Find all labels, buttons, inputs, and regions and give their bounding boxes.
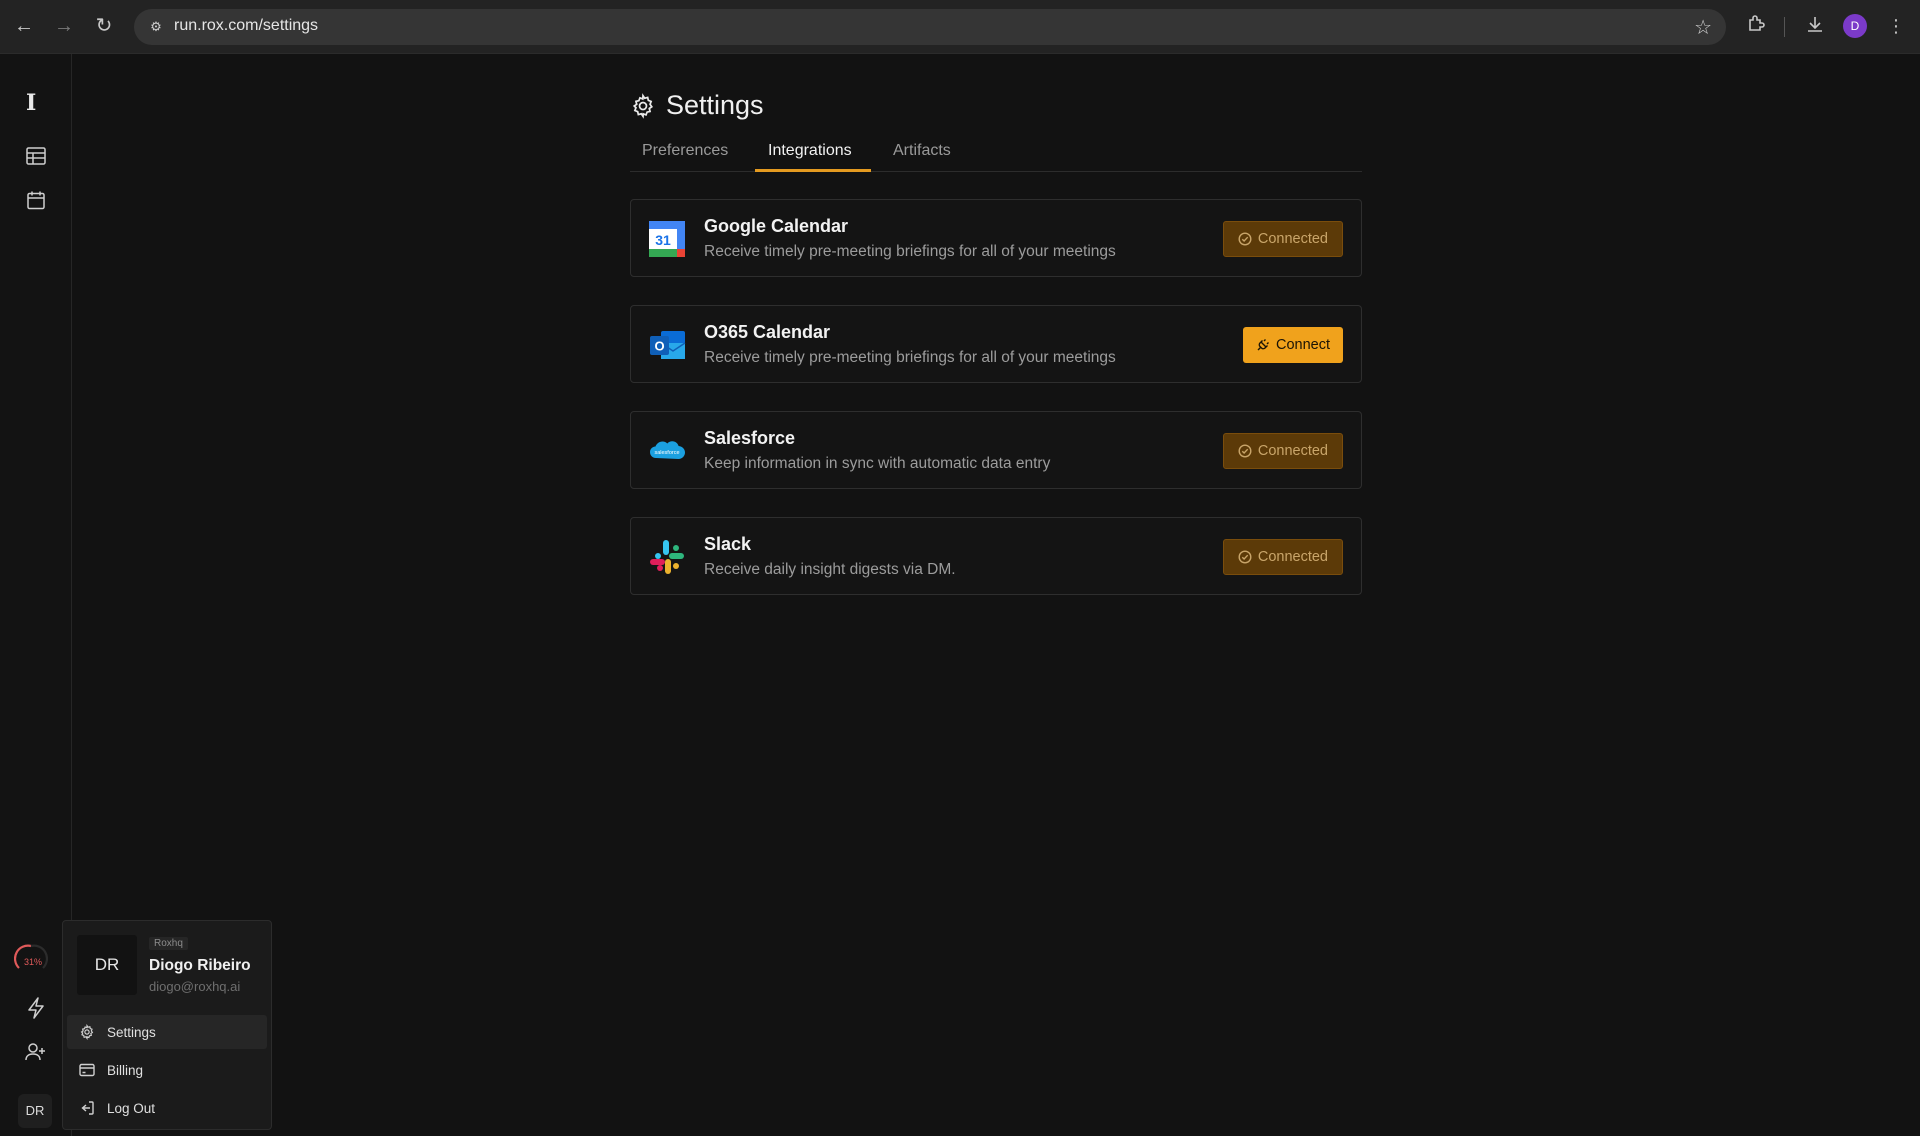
connected-button[interactable]: Connected [1222, 221, 1343, 257]
check-circle-icon [1238, 550, 1252, 564]
more-menu-icon[interactable]: ⋮ [1884, 14, 1908, 38]
settings-tabs: Preferences Integrations Artifacts [630, 136, 1362, 172]
integration-description: Receive daily insight digests via DM. [704, 561, 956, 578]
extensions-icon[interactable] [1744, 14, 1768, 38]
page-header: Settings [630, 90, 764, 121]
tab-artifacts[interactable]: Artifacts [893, 142, 951, 172]
rox-logo-icon[interactable]: I [26, 90, 36, 116]
url-text[interactable]: run.rox.com/settings [174, 17, 318, 35]
menu-item-settings[interactable]: Settings [67, 1015, 267, 1049]
browser-profile-avatar[interactable]: D [1843, 14, 1867, 38]
slack-icon [650, 540, 684, 574]
download-icon[interactable] [1803, 14, 1827, 38]
integration-title: Slack [704, 534, 752, 554]
menu-item-log-out[interactable]: Log Out [67, 1091, 267, 1125]
connected-label: Connected [1257, 443, 1328, 459]
organization-badge: Roxhq [149, 937, 188, 950]
credit-card-icon [79, 1061, 97, 1079]
svg-text:31: 31 [655, 232, 671, 248]
active-tab-indicator [755, 169, 871, 172]
back-arrow-icon[interactable]: ← [12, 14, 36, 38]
page-title: Settings [666, 90, 764, 120]
check-circle-icon [1238, 444, 1252, 458]
forward-arrow-icon[interactable]: → [52, 14, 76, 38]
connected-button[interactable]: Connected [1222, 433, 1343, 469]
integration-card-google-calendar: 31 Google Calendar Receive timely pre-me… [630, 199, 1362, 277]
tab-integrations[interactable]: Integrations [768, 142, 852, 172]
connected-label: Connected [1257, 231, 1328, 247]
connect-button[interactable]: Connect [1242, 327, 1343, 363]
user-avatar: DR [77, 935, 137, 995]
integration-description: Keep information in sync with automatic … [704, 455, 1051, 472]
connect-label: Connect [1275, 337, 1330, 353]
tab-preferences[interactable]: Preferences [642, 142, 728, 172]
bookmark-star-icon[interactable]: ☆ [1694, 15, 1712, 40]
table-icon[interactable] [22, 142, 50, 170]
integration-title: Salesforce [704, 428, 796, 448]
address-bar[interactable]: ⚙ run.rox.com/settings ☆ [134, 9, 1726, 45]
integration-card-salesforce: salesforce Salesforce Keep information i… [630, 411, 1362, 489]
plug-icon [1257, 339, 1269, 351]
menu-item-label: Settings [107, 1024, 156, 1040]
integration-card-slack: Slack Receive daily insight digests via … [630, 517, 1362, 595]
gear-icon [632, 92, 653, 119]
check-circle-icon [1238, 232, 1252, 246]
integration-description: Receive timely pre-meeting briefings for… [704, 349, 1116, 366]
integration-description: Receive timely pre-meeting briefings for… [704, 243, 1116, 260]
usage-percent: 31% [24, 957, 43, 967]
integration-card-o365-calendar: O O365 Calendar Receive timely pre-meeti… [630, 305, 1362, 383]
menu-item-label: Billing [107, 1062, 144, 1078]
browser-toolbar: ← → ↻ ⚙ run.rox.com/settings ☆ D ⋮ [0, 0, 1920, 54]
google-calendar-icon: 31 [649, 221, 685, 257]
user-email: diogo@roxhq.ai [149, 979, 241, 994]
integration-title: O365 Calendar [704, 322, 831, 342]
user-menu-popover: DR Roxhq Diogo Ribeiro diogo@roxhq.ai Se… [62, 920, 272, 1130]
lightning-icon[interactable] [22, 994, 50, 1022]
log-out-icon [79, 1099, 97, 1117]
svg-text:O: O [654, 339, 664, 354]
add-user-icon[interactable] [22, 1038, 50, 1066]
reload-icon[interactable]: ↻ [92, 14, 116, 38]
menu-item-label: Log Out [107, 1100, 156, 1116]
outlook-icon: O [650, 331, 686, 359]
user-name: Diogo Ribeiro [149, 957, 251, 974]
integration-title: Google Calendar [704, 216, 849, 236]
connected-button[interactable]: Connected [1222, 539, 1343, 575]
calendar-icon[interactable] [22, 186, 50, 214]
connected-label: Connected [1257, 549, 1328, 565]
menu-item-billing[interactable]: Billing [67, 1053, 267, 1087]
site-settings-icon[interactable]: ⚙ [146, 17, 166, 37]
gear-icon [79, 1023, 97, 1041]
toolbar-divider [1784, 17, 1785, 37]
svg-text:salesforce: salesforce [654, 450, 679, 456]
sidebar-user-avatar[interactable]: DR [18, 1094, 52, 1128]
salesforce-icon: salesforce [650, 441, 685, 459]
